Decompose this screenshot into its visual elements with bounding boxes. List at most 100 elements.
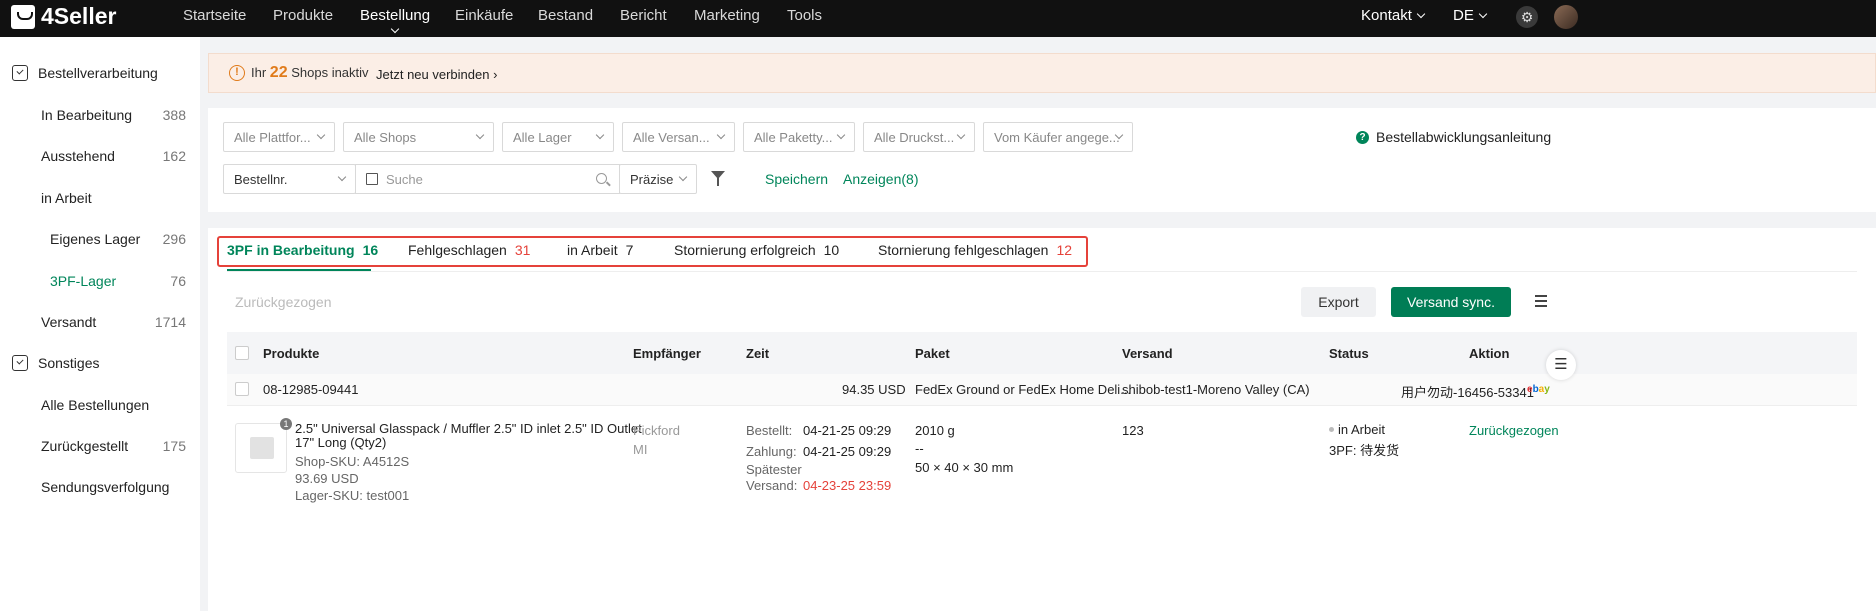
sidebar-item-pending[interactable]: Ausstehend	[41, 148, 115, 164]
sidebar-item-shipped[interactable]: Versandt	[41, 314, 96, 330]
search-icon[interactable]	[596, 173, 607, 184]
sync-shipping-button[interactable]: Versand sync.	[1391, 287, 1511, 317]
table-header: Produkte Empfänger Zeit Paket Versand St…	[227, 332, 1857, 374]
image-placeholder-icon	[250, 437, 274, 459]
column-header-status: Status	[1329, 346, 1369, 361]
scan-icon[interactable]	[366, 173, 378, 185]
warehouse-select-value: Alle Lager	[513, 130, 572, 145]
nav-einkaeufe[interactable]: Einkäufe	[455, 7, 513, 24]
package-type-select-value: Alle Paketty...	[754, 130, 833, 145]
tab-label: in Arbeit	[567, 242, 618, 258]
chevron-down-icon	[956, 130, 966, 140]
sidebar-item-in-progress[interactable]: In Bearbeitung	[41, 107, 132, 123]
chevron-down-icon	[678, 172, 688, 182]
bag-icon	[11, 4, 35, 29]
product-title-line2[interactable]: 17" Long (Qty2)	[295, 435, 386, 450]
sidebar-item-all-orders[interactable]: Alle Bestellungen	[41, 397, 149, 413]
package-type-select[interactable]: Alle Paketty...	[743, 122, 855, 152]
help-icon: ?	[1356, 130, 1369, 144]
sidebar-item-on-hold[interactable]: Zurückgestellt	[41, 438, 128, 454]
nav-bestellung[interactable]: Bestellung	[360, 7, 431, 34]
search-input[interactable]: Suche	[355, 164, 620, 194]
reconnect-link[interactable]: Jetzt neu verbinden ›	[376, 67, 497, 82]
sidebar-group-order-processing[interactable]: Bestellverarbeitung	[12, 65, 158, 81]
paid-time: 04-21-25 09:29	[803, 444, 892, 459]
inactive-count: 22	[269, 64, 288, 81]
ebay-logo: ebay	[1527, 384, 1550, 395]
chevron-down-icon	[316, 130, 326, 140]
order-checkbox[interactable]	[235, 382, 249, 396]
search-field-select[interactable]: Bestellnr.	[223, 164, 356, 194]
tab-in-work[interactable]: in Arbeit 7	[567, 242, 633, 258]
chevron-down-icon	[1416, 9, 1426, 19]
order-guide-label: Bestellabwicklungsanleitung	[1376, 129, 1552, 145]
column-settings-icon[interactable]	[1535, 295, 1547, 307]
filter-icon[interactable]	[711, 171, 725, 186]
order-number[interactable]: 08-12985-09441	[263, 382, 358, 397]
order-buyer: 用户勿动-16456-53341	[1401, 385, 1534, 400]
tab-cancel-success[interactable]: Stornierung erfolgreich 10	[674, 242, 839, 258]
customer-service-icon[interactable]: ☰	[1546, 350, 1576, 380]
contact-menu[interactable]: Kontakt	[1361, 7, 1426, 24]
language-menu[interactable]: DE	[1453, 7, 1488, 24]
tab-3pf-in-progress[interactable]: 3PF in Bearbeitung 16	[227, 242, 378, 258]
withdrawn-action-link[interactable]: Zurückgezogen	[1469, 423, 1559, 438]
print-status-select[interactable]: Alle Druckst...	[863, 122, 975, 152]
tab-label: 3PF in Bearbeitung	[227, 242, 355, 258]
nav-bestand[interactable]: Bestand	[538, 7, 593, 24]
match-mode-select[interactable]: Präzise	[619, 164, 697, 194]
caret-down-icon	[390, 24, 400, 34]
nav-startseite[interactable]: Startseite	[183, 7, 246, 24]
warehouse-select[interactable]: Alle Lager	[502, 122, 614, 152]
chevron-down-icon	[475, 130, 485, 140]
select-all-checkbox[interactable]	[235, 346, 249, 360]
nav-bericht[interactable]: Bericht	[620, 7, 667, 24]
sidebar-count: 1714	[154, 314, 186, 330]
shipping-value: 123	[1122, 423, 1144, 438]
product-title-line1[interactable]: 2.5" Universal Glasspack / Muffler 2.5" …	[295, 421, 642, 436]
sidebar-count: 388	[162, 107, 186, 123]
nav-bestellung-label: Bestellung	[360, 7, 431, 24]
status-dot-icon	[1329, 427, 1334, 432]
export-button[interactable]: Export	[1301, 287, 1376, 317]
column-header-shipping: Versand	[1122, 346, 1173, 361]
order-total: 94.35 USD	[842, 382, 906, 397]
shipping-select[interactable]: Alle Versan...	[622, 122, 735, 152]
column-header-time: Zeit	[746, 346, 770, 361]
tab-count: 16	[362, 242, 379, 258]
sidebar-item-tracking[interactable]: Sendungsverfolgung	[41, 479, 169, 495]
platform-select[interactable]: Alle Plattfor...	[223, 122, 335, 152]
nav-marketing[interactable]: Marketing	[694, 7, 760, 24]
order-status-3pf: 3PF: 待发货	[1329, 443, 1400, 458]
latest-ship-label-1: Spätester	[746, 462, 802, 477]
sidebar-item-in-work[interactable]: in Arbeit	[41, 190, 92, 206]
sidebar-group-other[interactable]: Sonstiges	[12, 355, 99, 371]
save-filter-button[interactable]: Speichern	[765, 171, 828, 187]
sidebar-count: 175	[162, 438, 186, 454]
chevron-down-icon	[595, 130, 605, 140]
avatar[interactable]	[1554, 5, 1578, 29]
sidebar-item-3pf-warehouse[interactable]: 3PF-Lager	[50, 273, 116, 289]
banner-suffix: Shops inaktiv	[291, 65, 369, 80]
order-warehouse: shibob-test1-Moreno Valley (CA)	[1122, 382, 1310, 397]
withdraw-button[interactable]: Zurückgezogen	[235, 294, 332, 310]
order-guide-link[interactable]: ? Bestellabwicklungsanleitung	[1356, 129, 1551, 145]
tab-cancel-failed[interactable]: Stornierung fehlgeschlagen 12	[878, 242, 1072, 258]
top-navigation: 4Seller Startseite Produkte Bestellung E…	[0, 0, 1876, 37]
gear-icon[interactable]: ⚙	[1516, 6, 1538, 28]
buyer-specified-select[interactable]: Vom Käufer angege...	[983, 122, 1133, 152]
show-filters-button[interactable]: Anzeigen(8)	[843, 171, 919, 187]
product-thumbnail[interactable]	[235, 423, 287, 473]
package-placeholder: --	[915, 441, 924, 456]
nav-produkte[interactable]: Produkte	[273, 7, 333, 24]
sidebar-item-own-warehouse[interactable]: Eigenes Lager	[50, 231, 140, 247]
tab-label: Stornierung fehlgeschlagen	[878, 242, 1049, 258]
search-field-value: Bestellnr.	[234, 172, 288, 187]
shop-select[interactable]: Alle Shops	[343, 122, 494, 152]
chevron-down-icon	[836, 130, 846, 140]
tab-failed[interactable]: Fehlgeschlagen 31	[408, 242, 530, 258]
nav-tools[interactable]: Tools	[787, 7, 822, 24]
app-logo[interactable]: 4Seller	[11, 3, 116, 30]
clipboard-check-icon	[12, 355, 28, 371]
inactive-shops-banner: ! Ihr 22 Shops inaktiv Jetzt neu verbind…	[208, 53, 1876, 93]
